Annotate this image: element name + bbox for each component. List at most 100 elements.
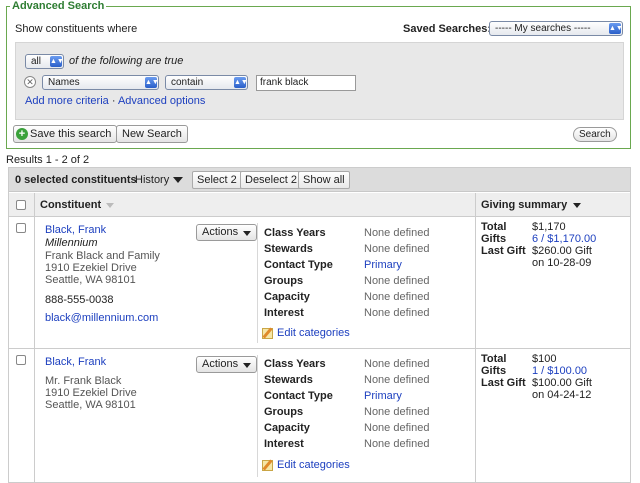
chevron-updown-icon: ▲▼ (50, 56, 64, 67)
attr-label: Interest (264, 307, 304, 319)
email-link[interactable]: black@millennium.com (45, 312, 158, 324)
caret-down-icon (243, 363, 252, 368)
attribute-divider (257, 223, 258, 343)
constituent-name-link[interactable]: Black, Frank (45, 224, 106, 236)
attr-value: None defined (364, 243, 430, 255)
edit-pencil-icon (262, 460, 273, 471)
show-all-button[interactable]: Show all (298, 171, 350, 189)
giving-gifts-link[interactable]: 1 / $100.00 (532, 365, 587, 377)
constituent-column-header[interactable]: Constituent (40, 199, 115, 211)
advanced-options-link[interactable]: Advanced options (118, 95, 205, 107)
giving-label: Total (481, 353, 507, 365)
constituent-organization: Millennium (45, 237, 98, 249)
giving-summary-column-header[interactable]: Giving summary (481, 199, 582, 211)
chevron-updown-icon: ▲▼ (609, 23, 623, 34)
constituent-info: Black, Frank Millennium Frank Black and … (45, 224, 160, 325)
search-button[interactable]: Search (573, 127, 617, 142)
address-line: 1910 Ezekiel Drive (45, 387, 137, 399)
saved-searches-select[interactable]: ----- My searches ----- ▲▼ (489, 21, 623, 36)
attr-label: Class Years (264, 358, 326, 370)
attr-value: None defined (364, 291, 430, 303)
address-line: Seattle, WA 98101 (45, 274, 136, 286)
attr-value: None defined (364, 374, 430, 386)
attr-value: None defined (364, 227, 430, 239)
history-label: History (135, 174, 170, 186)
results-count: Results 1 - 2 of 2 (6, 154, 90, 166)
saved-searches-label: Saved Searches: (403, 23, 492, 35)
criteria-value-input[interactable]: frank black (256, 75, 356, 91)
giving-label: Total (481, 221, 507, 233)
caret-down-icon (573, 202, 582, 208)
criteria-field-value: Names (48, 77, 80, 88)
select-button[interactable]: Select 2 (192, 171, 242, 189)
giving-label: Last Gift (481, 377, 526, 389)
last-gift-date: on 10-28-09 (532, 257, 592, 269)
history-menu[interactable]: History (135, 174, 184, 186)
caret-down-icon (243, 231, 252, 236)
remove-criteria-icon[interactable]: ✕ (24, 76, 36, 88)
sort-icon (106, 202, 115, 208)
constituent-info: Black, Frank Mr. Frank Black 1910 Ezekie… (45, 356, 137, 411)
attr-value: None defined (364, 358, 430, 370)
row-checkbox[interactable] (16, 223, 26, 233)
attr-value[interactable]: Primary (364, 390, 402, 402)
edit-categories-link[interactable]: Edit categories (277, 327, 350, 339)
row-divider (34, 217, 35, 349)
giving-label: Last Gift (481, 245, 526, 257)
attr-label: Capacity (264, 422, 310, 434)
show-where-label: Show constituents where (15, 23, 138, 35)
giving-label: Gifts (481, 233, 507, 245)
new-search-button[interactable]: New Search (116, 125, 188, 143)
attr-label: Stewards (264, 374, 313, 386)
match-select[interactable]: all ▲▼ (25, 54, 64, 69)
attr-value: None defined (364, 406, 430, 418)
address-line: 1910 Ezekiel Drive (45, 262, 137, 274)
actions-button[interactable]: Actions (196, 356, 258, 373)
attr-label: Contact Type (264, 259, 333, 271)
criteria-operator-value: contain (171, 77, 204, 88)
attr-value: None defined (364, 275, 430, 287)
criteria-links: Add more criteria · Advanced options (25, 95, 205, 107)
save-search-button[interactable]: + Save this search (13, 125, 118, 143)
giving-summary-header-label: Giving summary (481, 199, 568, 211)
constituent-header-label: Constituent (40, 199, 102, 211)
match-value: all (31, 56, 42, 67)
saved-searches-value: ----- My searches ----- (495, 23, 591, 34)
select-all-checkbox[interactable] (16, 200, 26, 210)
caret-down-icon (173, 177, 184, 184)
giving-total: $100 (532, 353, 557, 365)
row-checkbox[interactable] (16, 355, 26, 365)
last-gift-date: on 04-24-12 (532, 389, 592, 401)
address-line: Mr. Frank Black (45, 375, 122, 387)
actions-label: Actions (202, 358, 239, 370)
chevron-updown-icon: ▲▼ (234, 77, 248, 88)
actions-button[interactable]: Actions (196, 224, 258, 241)
address-line: Seattle, WA 98101 (45, 399, 136, 411)
constituent-name-link[interactable]: Black, Frank (45, 356, 106, 368)
phone-number: 888-555-0038 (45, 294, 114, 306)
plus-icon: + (16, 128, 28, 140)
attr-value[interactable]: Primary (364, 259, 402, 271)
actions-label: Actions (202, 226, 239, 238)
save-search-label: Save this search (30, 128, 112, 140)
attribute-divider (257, 355, 258, 477)
attr-label: Interest (264, 438, 304, 450)
giving-total: $1,170 (532, 221, 566, 233)
attr-label: Class Years (264, 227, 326, 239)
add-more-criteria-link[interactable]: Add more criteria (25, 95, 109, 107)
attr-value: None defined (364, 438, 430, 450)
header-divider (475, 193, 476, 217)
last-gift-amount: $260.00 Gift (532, 245, 592, 257)
deselect-button[interactable]: Deselect 2 (240, 171, 302, 189)
criteria-operator-select[interactable]: contain ▲▼ (165, 75, 248, 90)
last-gift-amount: $100.00 Gift (532, 377, 592, 389)
row-divider (475, 217, 476, 349)
edit-categories-link[interactable]: Edit categories (277, 459, 350, 471)
advanced-search-legend: Advanced Search (10, 0, 107, 13)
attr-value: None defined (364, 422, 430, 434)
giving-gifts-link[interactable]: 6 / $1,170.00 (532, 233, 596, 245)
row-divider (475, 349, 476, 483)
attr-value: None defined (364, 307, 430, 319)
link-separator: · (111, 95, 116, 107)
criteria-field-select[interactable]: Names ▲▼ (42, 75, 159, 90)
